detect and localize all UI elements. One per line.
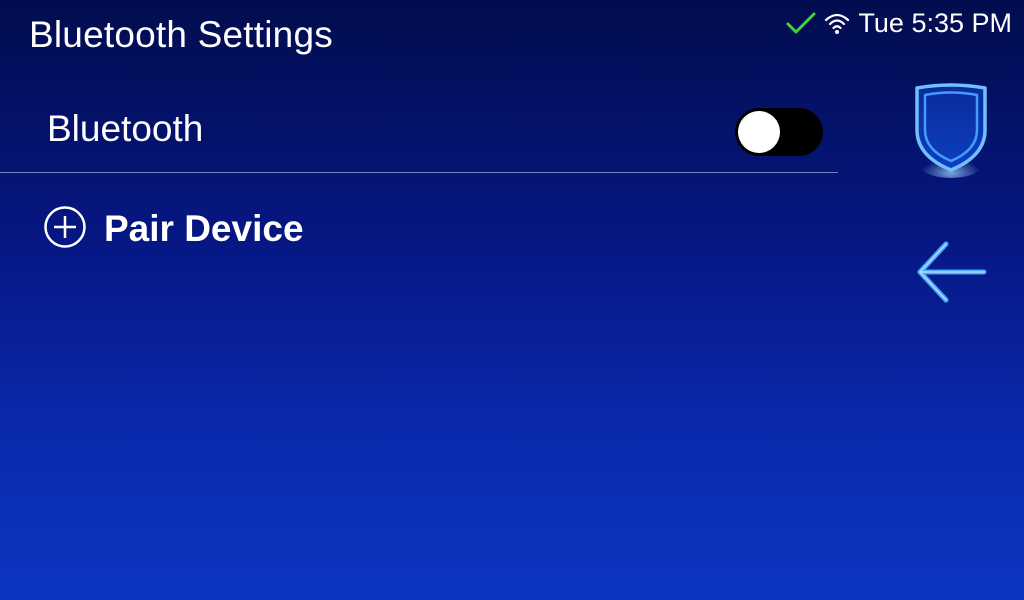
shield-button[interactable]: [908, 80, 994, 180]
wifi-icon: [824, 11, 850, 35]
back-arrow-icon: [917, 241, 987, 303]
checkmark-icon: [786, 11, 816, 35]
bluetooth-label: Bluetooth: [47, 108, 204, 149]
pair-device-button[interactable]: Pair Device: [43, 205, 304, 253]
plus-circle-icon: [43, 205, 87, 254]
status-bar: Tue 5:35 PM: [786, 6, 1012, 40]
bluetooth-toggle[interactable]: [735, 108, 823, 156]
page-title: Bluetooth Settings: [29, 14, 333, 55]
shield-icon: [915, 83, 987, 178]
bluetooth-row: Bluetooth: [0, 88, 838, 173]
toggle-knob: [738, 111, 780, 153]
status-datetime: Tue 5:35 PM: [858, 7, 1012, 38]
pair-device-label: Pair Device: [104, 208, 304, 249]
back-button[interactable]: [912, 236, 992, 310]
